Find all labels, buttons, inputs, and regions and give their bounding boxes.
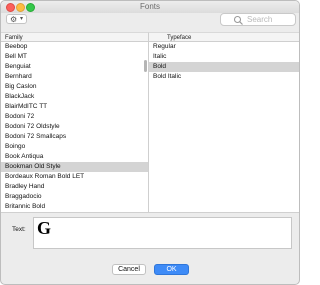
search-input[interactable] [247, 14, 293, 25]
chevron-down-icon: ▾ [20, 16, 24, 22]
family-list-item[interactable]: Britannic Bold [1, 202, 148, 212]
family-list-item[interactable]: Bodoni 72 Oldstyle [1, 122, 148, 132]
family-list-item[interactable]: BlackJack [1, 92, 148, 102]
family-list-item[interactable]: Bradley Hand [1, 182, 148, 192]
preview-label: Text: [12, 226, 26, 233]
family-list-item[interactable]: Bell MT [1, 52, 148, 62]
family-list-item[interactable]: Braggadocio [1, 192, 148, 202]
typeface-list-item[interactable]: Bold Italic [149, 72, 299, 82]
family-list-item[interactable]: Benguiat [1, 62, 148, 72]
preview-sample: G [37, 218, 52, 238]
family-list-item[interactable]: Bodoni 72 [1, 112, 148, 122]
family-list-item[interactable]: Bookman Old Style [1, 162, 148, 172]
family-list[interactable]: Beebop Bell MT Benguiat Bernhard Big Caslon B… [1, 42, 149, 212]
family-list-item[interactable]: Bordeaux Roman Bold LET [1, 172, 148, 182]
gear-icon: ⚙ [10, 15, 18, 24]
search-icon [233, 15, 243, 25]
title-bar: Fonts [1, 1, 299, 13]
family-column-header[interactable]: Family [1, 32, 149, 42]
fonts-window: Fonts ⚙ ▾ Family Typeface BeebopBell MTB… [0, 0, 300, 285]
window-title: Fonts [139, 2, 160, 11]
typeface-list-item[interactable]: Bold [149, 62, 299, 72]
typeface-list-item[interactable]: Italic [149, 52, 299, 62]
family-list-item[interactable]: Bodoni 72 Smallcaps [1, 132, 148, 142]
family-list-item[interactable]: BlairMdITC TT [1, 102, 148, 112]
cancel-button[interactable]: Cancel [112, 264, 146, 275]
preview-text-box[interactable] [33, 217, 292, 249]
action-menu-button[interactable]: ⚙ ▾ [6, 14, 27, 24]
family-list-item[interactable]: Boingo [1, 142, 148, 152]
family-list-item[interactable]: Bernhard [1, 72, 148, 82]
family-list-item[interactable]: Big Caslon [1, 82, 148, 92]
family-list-item[interactable]: Book Antiqua [1, 152, 148, 162]
typeface-list[interactable]: Regular Italic Bold Bold Italic [149, 42, 299, 212]
search-field[interactable] [220, 13, 296, 26]
family-scrollbar-thumb[interactable] [144, 60, 147, 72]
ok-button[interactable]: OK [154, 264, 189, 275]
typeface-list-item[interactable]: Regular [149, 42, 299, 52]
typeface-column-header[interactable]: Typeface [149, 32, 299, 42]
family-list-item[interactable]: Beebop [1, 42, 148, 52]
